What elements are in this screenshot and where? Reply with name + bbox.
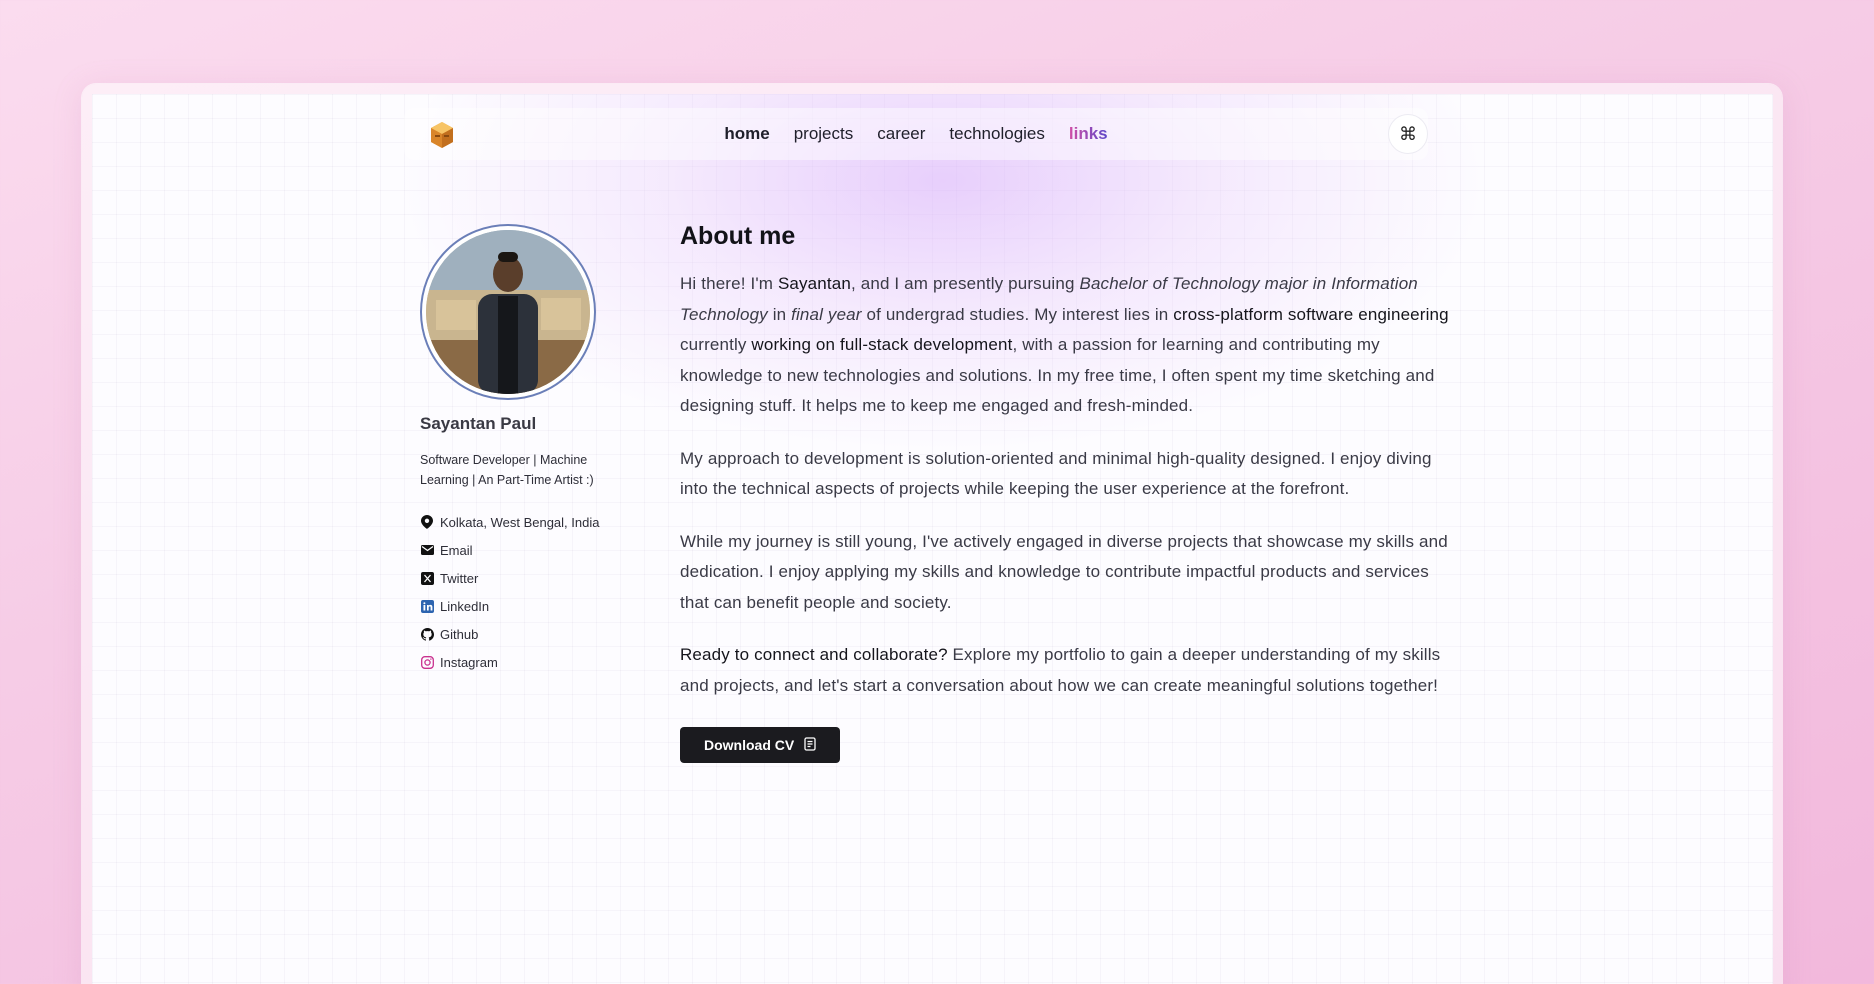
about-paragraph-1: Hi there! I'm Sayantan, and I am present…	[680, 269, 1450, 422]
command-menu-button[interactable]: ⌘	[1388, 114, 1428, 154]
nav-technologies[interactable]: technologies	[949, 124, 1044, 144]
nav-links: home projects career technologies links	[404, 108, 1428, 160]
p1-text-4: of undergrad studies. My interest lies i…	[861, 304, 1174, 324]
github-label: Github	[440, 626, 479, 642]
location-text: Kolkata, West Bengal, India	[440, 514, 600, 530]
profile-tagline: Software Developer | Machine Learning | …	[420, 453, 594, 487]
nav-career[interactable]: career	[877, 124, 925, 144]
p4-lead: Ready to connect and collaborate?	[680, 645, 948, 664]
instagram-label: Instagram	[440, 654, 498, 670]
linkedin-label: LinkedIn	[440, 598, 490, 614]
avatar-photo	[426, 230, 590, 394]
document-icon	[804, 736, 816, 754]
p1-current: working on full-stack development	[751, 335, 1013, 354]
about-section: About me Hi there! I'm Sayantan, and I a…	[680, 222, 1450, 763]
command-icon: ⌘	[1399, 123, 1417, 145]
location-pin-icon	[420, 515, 434, 529]
about-paragraph-4: Ready to connect and collaborate? Explor…	[680, 640, 1450, 701]
about-paragraph-2: My approach to development is solution-o…	[680, 448, 1432, 499]
x-twitter-icon	[420, 571, 434, 585]
email-label: Email	[440, 542, 473, 558]
instagram-link[interactable]: Instagram	[420, 648, 599, 676]
download-cv-label: Download CV	[704, 737, 795, 753]
p1-year: final year	[791, 304, 862, 324]
github-link[interactable]: Github	[420, 620, 599, 648]
profile-name: Sayantan Paul	[420, 414, 537, 433]
linkedin-icon	[420, 599, 434, 613]
p1-interest: cross-platform software engineering	[1173, 304, 1449, 324]
navbar: home projects career technologies links …	[404, 108, 1428, 160]
email-link[interactable]: Email	[420, 536, 599, 564]
avatar	[420, 224, 596, 400]
p1-text-1: Hi there! I'm	[680, 274, 778, 293]
mail-icon	[420, 543, 434, 557]
github-icon	[420, 627, 434, 641]
nav-links-item[interactable]: links	[1069, 124, 1108, 144]
page: home projects career technologies links …	[92, 94, 1773, 984]
linkedin-link[interactable]: LinkedIn	[420, 592, 599, 620]
download-cv-button[interactable]: Download CV	[680, 727, 841, 763]
location-item: Kolkata, West Bengal, India	[420, 508, 599, 536]
twitter-label: Twitter	[440, 570, 479, 586]
about-heading: About me	[680, 222, 796, 250]
nav-home[interactable]: home	[724, 124, 769, 144]
contact-list: Kolkata, West Bengal, India Email Twitte…	[420, 508, 599, 676]
p1-text-3: in	[767, 304, 792, 324]
nav-projects[interactable]: projects	[794, 124, 854, 144]
p1-name: Sayantan	[777, 274, 851, 293]
twitter-link[interactable]: Twitter	[420, 564, 599, 592]
instagram-icon	[420, 655, 434, 669]
about-paragraph-3: While my journey is still young, I've ac…	[680, 531, 1448, 612]
p1-text-2: , and I am presently pursuing	[850, 274, 1080, 293]
p1-text-5: currently	[680, 335, 752, 354]
